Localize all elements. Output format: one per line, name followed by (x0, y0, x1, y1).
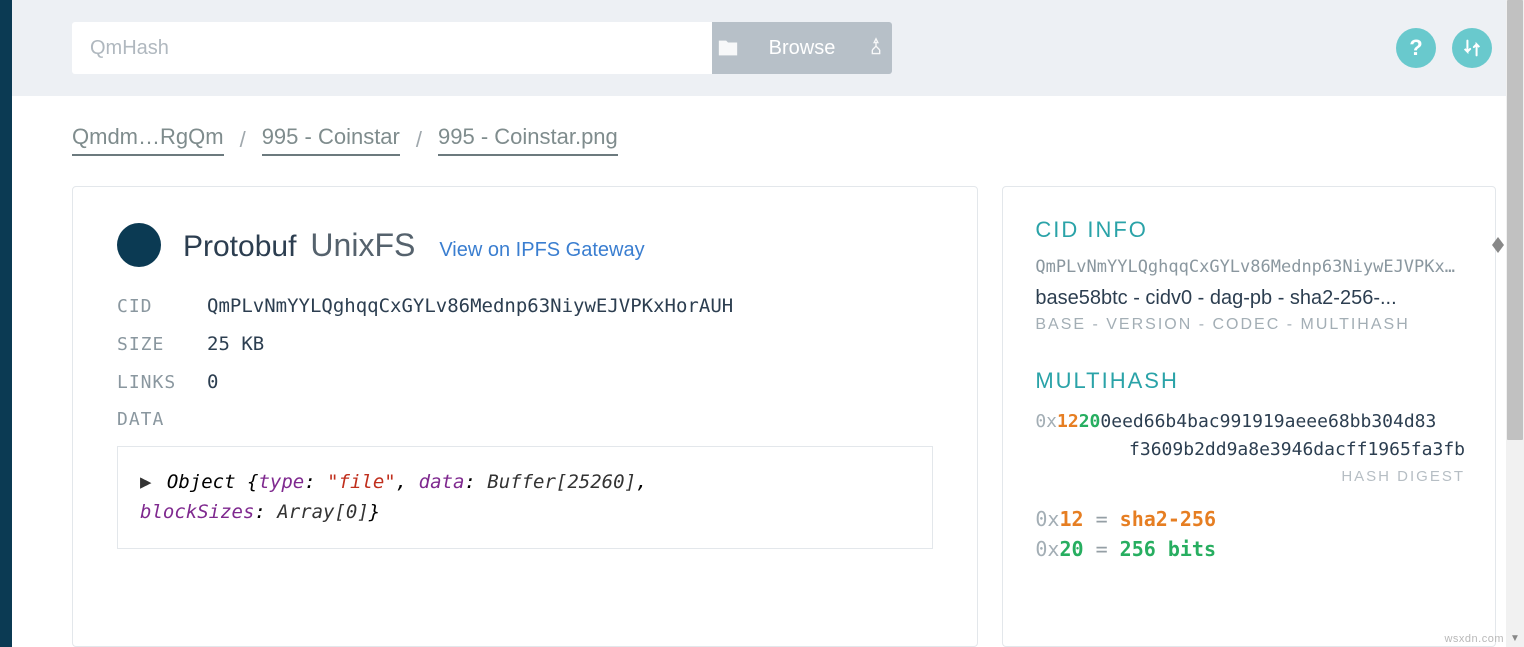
field-label-data: DATA (117, 409, 187, 430)
resize-handle-icon[interactable] (1492, 235, 1506, 255)
mh-len-line: 0x20 = 256 bits (1035, 537, 1465, 561)
topbar: Browse ? (12, 0, 1524, 96)
help-button[interactable]: ? (1396, 28, 1436, 68)
field-label-links: LINKS (117, 372, 187, 393)
mh-digest-label: HASH DIGEST (1035, 468, 1465, 485)
data-key-data: data (419, 471, 465, 493)
cid-parts: base58btc - cidv0 - dag-pb - sha2-256-..… (1035, 287, 1465, 310)
field-value-cid: QmPLvNmYYLQghqqCxGYLv86Mednp63NiywEJVPKx… (207, 295, 733, 317)
field-links: LINKS 0 (117, 371, 933, 393)
app-sidebar-edge (0, 0, 12, 647)
data-val-type: "file" (327, 471, 396, 493)
tree-icon (865, 37, 887, 59)
mh-hex-1: 0eed66b4bac991919aeee68bb304d83 (1100, 411, 1436, 432)
object-type-secondary: UnixFS (310, 227, 415, 264)
browse-button[interactable]: Browse (712, 22, 892, 74)
search-wrap: Browse (72, 22, 892, 74)
object-type-primary: Protobuf (183, 230, 296, 264)
breadcrumb-item-folder[interactable]: 995 - Coinstar (262, 124, 400, 156)
mh-algo-byte: 12 (1057, 411, 1079, 432)
search-input[interactable] (72, 22, 712, 74)
data-val-data: Buffer[25260] (487, 471, 636, 493)
help-icon: ? (1409, 35, 1422, 61)
object-card: Protobuf UnixFS View on IPFS Gateway CID… (72, 186, 978, 647)
content-row: Protobuf UnixFS View on IPFS Gateway CID… (12, 168, 1524, 647)
cid-info-heading: CID INFO (1035, 217, 1465, 243)
field-label-size: SIZE (117, 334, 187, 355)
main-area: Browse ? Qmdm…RgQm / 995 - Coinstar / 99… (12, 0, 1524, 647)
scrollbar-thumb[interactable] (1507, 0, 1523, 440)
transfer-button[interactable] (1452, 28, 1492, 68)
field-value-links: 0 (207, 371, 218, 393)
field-label-cid: CID (117, 296, 187, 317)
data-val-blocksizes: Array[0] (277, 501, 369, 523)
field-cid: CID QmPLvNmYYLQghqqCxGYLv86Mednp63NiywEJ… (117, 295, 933, 317)
field-size: SIZE 25 KB (117, 333, 933, 355)
browse-label: Browse (769, 37, 836, 60)
field-value-size: 25 KB (207, 333, 264, 355)
object-type-dot (117, 223, 161, 267)
data-key-type: type (258, 471, 304, 493)
transfer-icon (1461, 37, 1483, 59)
mh-len-byte: 20 (1079, 411, 1101, 432)
data-key-blocksizes: blockSizes (140, 501, 254, 523)
breadcrumb-sep: / (416, 127, 422, 153)
object-header: Protobuf UnixFS View on IPFS Gateway (117, 223, 933, 267)
breadcrumb-item-file[interactable]: 995 - Coinstar.png (438, 124, 618, 156)
data-block[interactable]: ▶ Object {type: "file", data: Buffer[252… (117, 446, 933, 549)
data-lead: Object (167, 471, 236, 493)
gateway-link[interactable]: View on IPFS Gateway (439, 239, 644, 262)
watermark: wsxdn.com (1444, 633, 1504, 645)
multihash-hex: 0x12200eed66b4bac991919aeee68bb304d83 f3… (1035, 408, 1465, 464)
mh-hex-2: f3609b2dd9a8e3946dacff1965fa3fb (1129, 439, 1465, 460)
multihash-heading: MULTIHASH (1035, 368, 1465, 394)
object-title: Protobuf UnixFS View on IPFS Gateway (183, 227, 645, 264)
mh-0x: 0x (1035, 411, 1057, 432)
cid-legend: BASE - VERSION - CODEC - MULTIHASH (1035, 316, 1465, 334)
mh-algo-line: 0x12 = sha2-256 (1035, 507, 1465, 531)
cid-info-card: CID INFO QmPLvNmYYLQghqqCxGYLv86Mednp63N… (1002, 186, 1496, 647)
breadcrumb-item-root[interactable]: Qmdm…RgQm (72, 124, 224, 156)
folder-icon (717, 37, 739, 59)
vertical-scrollbar[interactable]: ▲ ▼ (1506, 0, 1524, 647)
field-data: DATA (117, 409, 933, 430)
breadcrumb-sep: / (240, 127, 246, 153)
expand-icon[interactable]: ▶ (140, 471, 151, 493)
scroll-down-icon[interactable]: ▼ (1506, 629, 1524, 647)
cid-full: QmPLvNmYYLQghqqCxGYLv86Mednp63NiywEJVPKx… (1035, 257, 1465, 277)
breadcrumb: Qmdm…RgQm / 995 - Coinstar / 995 - Coins… (12, 96, 1524, 168)
